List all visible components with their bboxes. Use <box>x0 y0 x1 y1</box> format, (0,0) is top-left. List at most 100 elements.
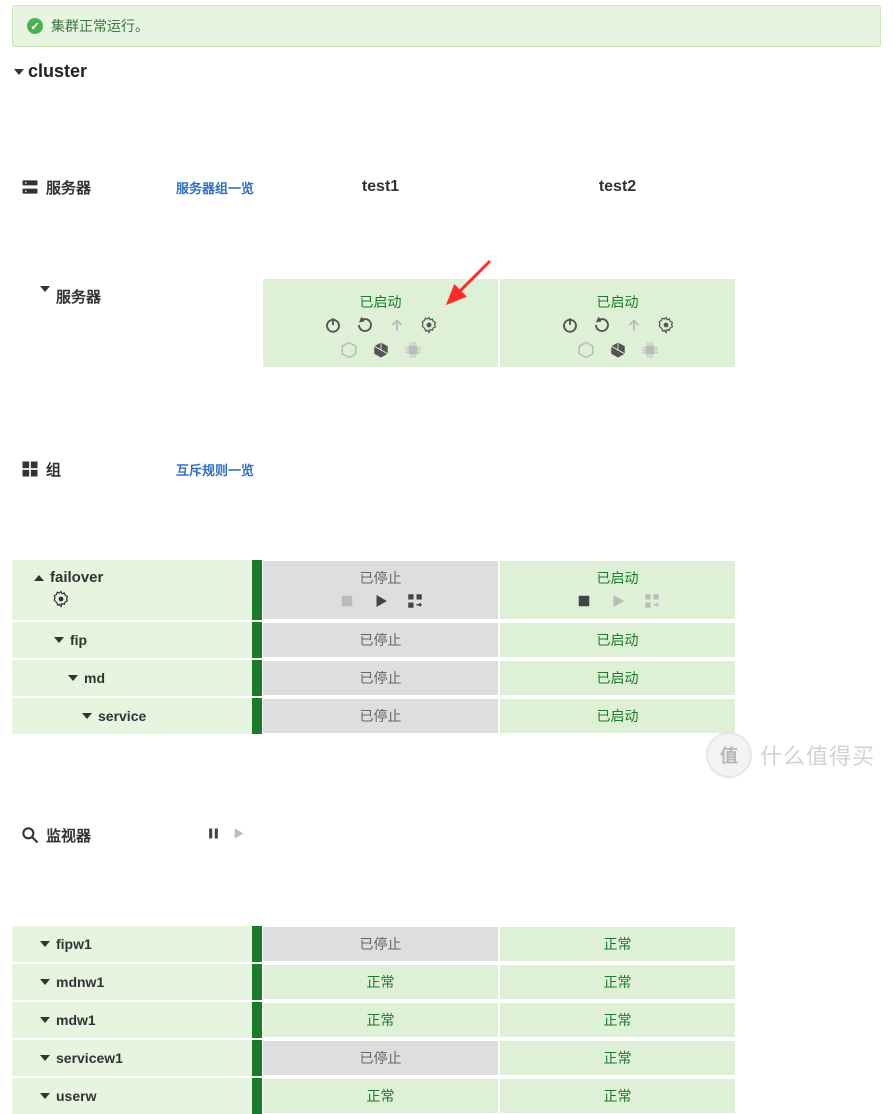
column-header-2: test2 <box>499 102 736 272</box>
move-icon[interactable] <box>643 592 661 613</box>
caret-down-icon <box>40 1093 50 1099</box>
status-text: 已停止 <box>360 622 402 658</box>
move-icon[interactable] <box>406 592 424 613</box>
group-item-label: service <box>98 708 146 724</box>
status-text: 已启动 <box>597 660 639 696</box>
cluster-header[interactable]: cluster <box>12 57 881 88</box>
monitor-servicew1[interactable]: servicew1 <box>12 1040 262 1076</box>
exclusion-rules-link[interactable]: 互斥规则一览 <box>176 460 254 479</box>
group-cell-test1: 已停止 <box>262 560 499 620</box>
server-tree-node[interactable]: 服务器 <box>12 278 262 368</box>
status-text: 正常 <box>367 964 395 1000</box>
server-list-link[interactable]: 服务器组一览 <box>176 178 254 197</box>
vm-outline-icon[interactable] <box>577 341 595 362</box>
check-icon: ✓ <box>27 18 43 34</box>
gear-icon[interactable] <box>52 590 70 608</box>
caret-down-icon <box>82 713 92 719</box>
servers-title: 服务器 <box>46 177 91 198</box>
status-text: 已启动 <box>597 622 639 658</box>
monitors-title: 监视器 <box>46 825 91 846</box>
caret-up-icon <box>34 575 44 581</box>
group-item-cell-test1: 已停止 <box>262 660 499 696</box>
monitor-cell-test1: 正常 <box>262 1078 499 1114</box>
power-icon[interactable] <box>561 316 579 337</box>
chip-icon[interactable] <box>404 341 422 362</box>
server-cell-test1: 已启动 <box>262 278 499 368</box>
monitor-label: mdw1 <box>56 1012 96 1028</box>
recover-icon[interactable] <box>388 316 406 337</box>
server-icon <box>20 112 40 262</box>
group-item-md[interactable]: md <box>12 660 262 696</box>
monitor-cell-test1: 已停止 <box>262 1040 499 1076</box>
vm-icon[interactable] <box>609 341 627 362</box>
group-item-cell-test1: 已停止 <box>262 698 499 734</box>
caret-down-icon <box>54 637 64 643</box>
status-alert: ✓ 集群正常运行。 <box>12 5 881 47</box>
monitors-header: 监视器 <box>12 750 262 920</box>
status-text: 已启动 <box>597 568 639 588</box>
alert-text: 集群正常运行。 <box>51 16 149 36</box>
play-icon[interactable] <box>372 592 390 613</box>
status-stripe <box>252 926 262 962</box>
group-cell-test2: 已启动 <box>499 560 736 620</box>
status-text: 已停止 <box>360 926 402 962</box>
reboot-icon[interactable] <box>356 316 374 337</box>
status-stripe <box>252 1002 262 1038</box>
watermark-text: 什么值得买 <box>760 739 875 771</box>
status-text: 正常 <box>367 1002 395 1038</box>
group-item-fip[interactable]: fip <box>12 622 262 658</box>
status-text: 正常 <box>367 1078 395 1114</box>
reboot-icon[interactable] <box>593 316 611 337</box>
servers-header: 服务器 服务器组一览 <box>12 102 262 272</box>
status-text: 已停止 <box>360 698 402 734</box>
play-icon[interactable] <box>231 826 246 845</box>
status-text: 正常 <box>604 1040 632 1076</box>
monitor-cell-test2: 正常 <box>499 926 736 962</box>
group-item-cell-test1: 已停止 <box>262 622 499 658</box>
status-stripe <box>252 660 262 696</box>
search-icon <box>20 760 40 910</box>
monitor-fipw1[interactable]: fipw1 <box>12 926 262 962</box>
caret-down-icon <box>40 979 50 985</box>
status-stripe <box>252 560 262 620</box>
status-text: 已停止 <box>360 568 402 588</box>
monitor-cell-test2: 正常 <box>499 1002 736 1038</box>
cluster-name: cluster <box>28 61 87 82</box>
status-text: 已停止 <box>360 660 402 696</box>
group-item-label: md <box>84 670 105 686</box>
group-failover[interactable]: failover <box>12 560 262 620</box>
group-item-service[interactable]: service <box>12 698 262 734</box>
column-header-1: test1 <box>262 102 499 272</box>
gear-icon[interactable] <box>657 316 675 337</box>
watermark: 值 什么值得买 <box>706 732 875 778</box>
caret-down-icon <box>40 1055 50 1061</box>
monitor-mdnw1[interactable]: mdnw1 <box>12 964 262 1000</box>
monitor-mdw1[interactable]: mdw1 <box>12 1002 262 1038</box>
vm-outline-icon[interactable] <box>340 341 358 362</box>
play-icon[interactable] <box>609 592 627 613</box>
status-stripe <box>252 622 262 658</box>
status-text: 正常 <box>604 926 632 962</box>
server-cell-test2: 已启动 <box>499 278 736 368</box>
monitor-userw[interactable]: userw <box>12 1078 262 1114</box>
monitor-cell-test2: 正常 <box>499 964 736 1000</box>
chip-icon[interactable] <box>641 341 659 362</box>
grid-icon <box>20 394 40 544</box>
caret-down-icon <box>14 69 24 75</box>
recover-icon[interactable] <box>625 316 643 337</box>
status-text: 正常 <box>604 1002 632 1038</box>
status-text: 正常 <box>604 964 632 1000</box>
status-stripe <box>252 1078 262 1114</box>
monitor-cell-test1: 已停止 <box>262 926 499 962</box>
gear-icon[interactable] <box>420 316 438 337</box>
group-item-label: fip <box>70 632 87 648</box>
pause-icon[interactable] <box>206 826 221 845</box>
stop-icon[interactable] <box>575 592 593 613</box>
group-item-cell-test2: 已启动 <box>499 660 736 696</box>
stop-icon[interactable] <box>338 592 356 613</box>
status-text: 正常 <box>604 1078 632 1114</box>
vm-icon[interactable] <box>372 341 390 362</box>
power-icon[interactable] <box>324 316 342 337</box>
status-stripe <box>252 964 262 1000</box>
monitor-cell-test1: 正常 <box>262 964 499 1000</box>
